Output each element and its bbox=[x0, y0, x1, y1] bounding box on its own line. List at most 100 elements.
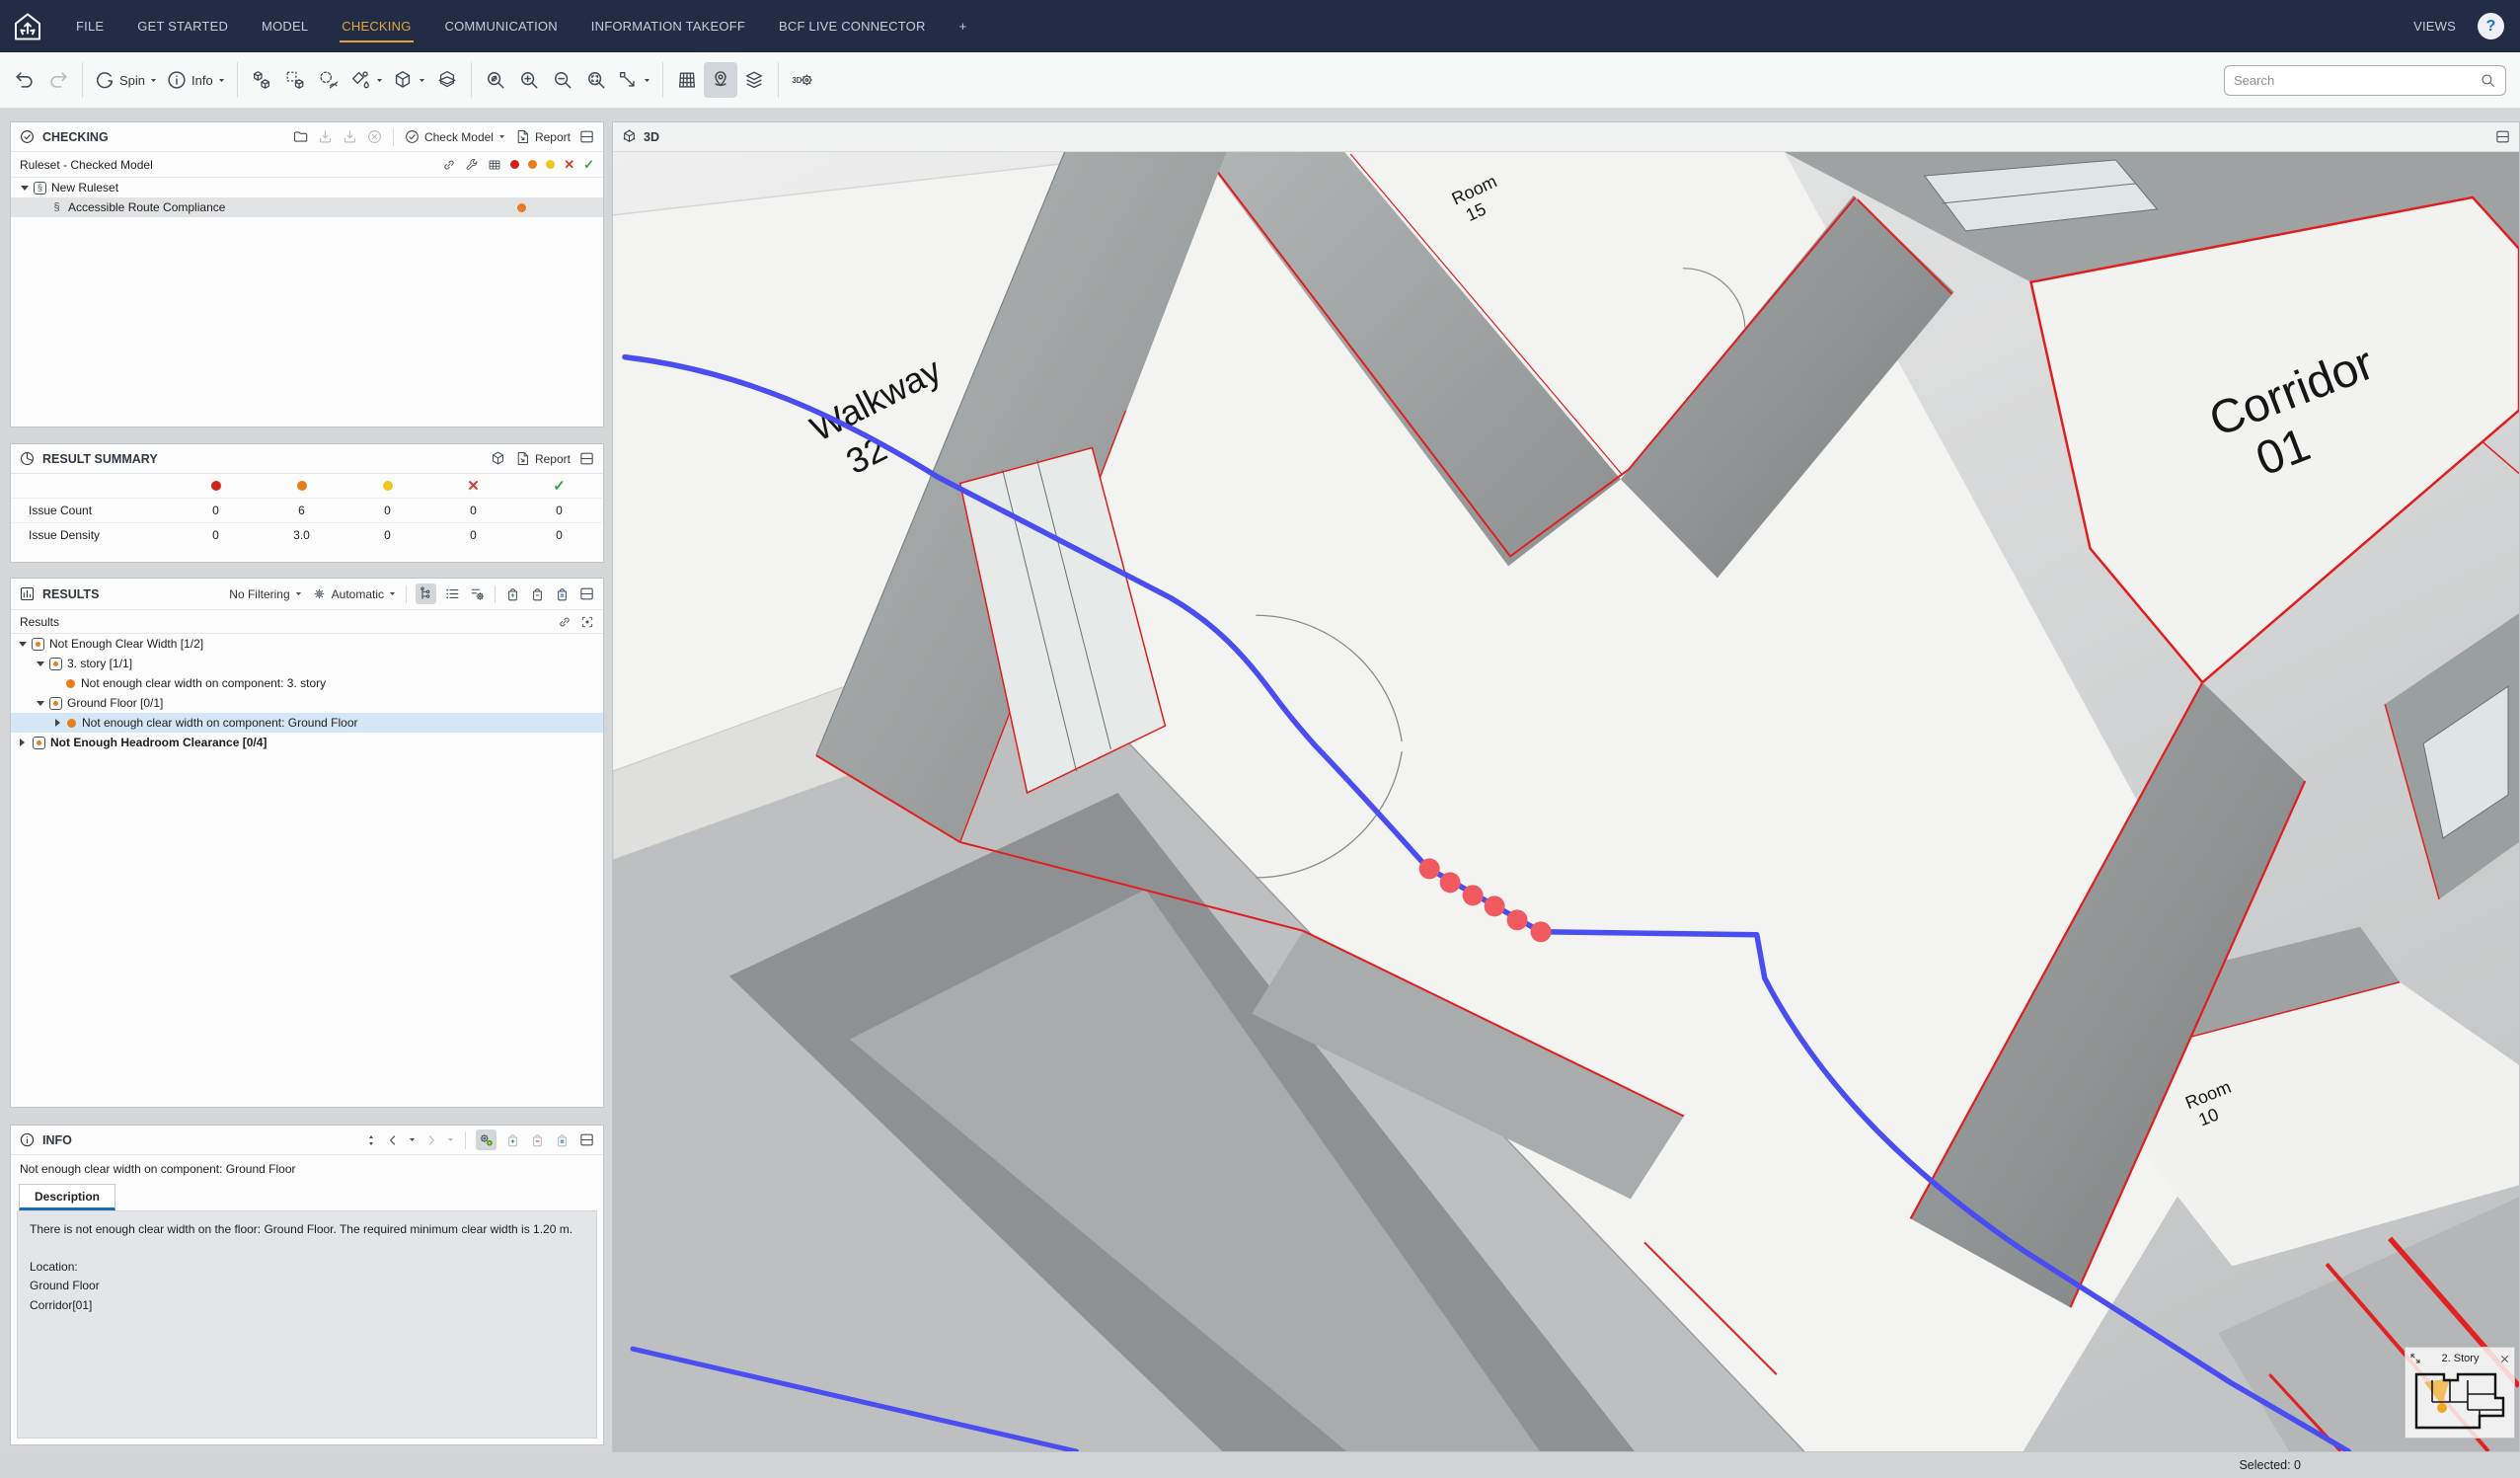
menu-checking[interactable]: CHECKING bbox=[325, 0, 427, 52]
caret-down-icon[interactable] bbox=[19, 642, 27, 651]
redo-button[interactable] bbox=[41, 62, 75, 98]
presentation-list-button[interactable] bbox=[554, 585, 571, 602]
visualization-button[interactable] bbox=[345, 62, 388, 98]
menu-model[interactable]: MODEL bbox=[245, 0, 325, 52]
result-row-issue-ground-floor-selected[interactable]: Not enough clear width on component: Gro… bbox=[11, 713, 603, 733]
chevron-right-icon bbox=[424, 1133, 438, 1147]
layers-button[interactable] bbox=[737, 62, 771, 98]
toolbar-separator bbox=[662, 62, 663, 98]
result-row-3story[interactable]: 3. story [1/1] bbox=[11, 654, 603, 673]
next-issue-button[interactable] bbox=[424, 1133, 438, 1147]
select-area-button[interactable] bbox=[278, 62, 312, 98]
undo-icon bbox=[14, 69, 36, 91]
remove-from-presentation-button[interactable] bbox=[529, 1131, 546, 1148]
import-ruleset-button[interactable] bbox=[317, 128, 334, 145]
section-plane-button[interactable] bbox=[430, 62, 464, 98]
menu-file[interactable]: FILE bbox=[59, 0, 120, 52]
previous-options-button[interactable] bbox=[408, 1135, 417, 1144]
separator bbox=[393, 128, 394, 146]
search-input[interactable] bbox=[2234, 73, 2480, 88]
3d-settings-button[interactable] bbox=[786, 62, 819, 98]
results-panel-icon bbox=[19, 585, 36, 602]
remove-from-presentation-button[interactable] bbox=[529, 585, 546, 602]
result-row-issue-3story[interactable]: Not enough clear width on component: 3. … bbox=[11, 673, 603, 693]
undo-button[interactable] bbox=[8, 62, 41, 98]
app-logo-icon[interactable] bbox=[12, 11, 43, 42]
add-to-presentation-button[interactable] bbox=[504, 585, 521, 602]
floor-plan-button[interactable] bbox=[670, 62, 704, 98]
rule-parameters-button[interactable] bbox=[465, 158, 479, 172]
add-to-presentation-button[interactable] bbox=[504, 1131, 521, 1148]
link-button[interactable] bbox=[442, 158, 456, 172]
summary-cube-button[interactable] bbox=[490, 450, 506, 467]
focus-button[interactable] bbox=[580, 615, 594, 629]
list-settings-button[interactable] bbox=[469, 585, 486, 602]
info-panel-menu-button[interactable] bbox=[578, 1131, 595, 1148]
tree-view-button[interactable] bbox=[416, 583, 436, 604]
minimap-floor-plan[interactable] bbox=[2410, 1368, 2509, 1434]
check-model-button[interactable]: Check Model bbox=[404, 128, 506, 145]
menu-add-view[interactable]: + bbox=[943, 0, 984, 52]
previous-issue-button[interactable] bbox=[386, 1133, 400, 1147]
summary-report-button[interactable]: Report bbox=[514, 450, 571, 467]
result-row-clear-width[interactable]: Not Enough Clear Width [1/2] bbox=[11, 634, 603, 654]
select-tool-button[interactable] bbox=[613, 62, 655, 98]
mode-dropdown[interactable]: Automatic bbox=[311, 585, 397, 602]
close-minimap-icon[interactable] bbox=[2499, 1354, 2510, 1364]
gears-green-icon bbox=[478, 1131, 495, 1148]
caret-down-icon[interactable] bbox=[37, 701, 44, 710]
menu-bcf-live-connector[interactable]: BCF LIVE CONNECTOR bbox=[762, 0, 943, 52]
severity-yellow-dot bbox=[546, 160, 555, 169]
help-button[interactable]: ? bbox=[2478, 13, 2504, 39]
open-ruleset-button[interactable] bbox=[292, 128, 309, 145]
zoom-selection-button[interactable] bbox=[579, 62, 613, 98]
select-similar-button[interactable] bbox=[245, 62, 278, 98]
rule-tree-row-selected[interactable]: § Accessible Route Compliance bbox=[11, 197, 603, 217]
remove-ruleset-button[interactable] bbox=[366, 128, 383, 145]
menu-views[interactable]: VIEWS bbox=[2409, 19, 2460, 34]
link-button[interactable] bbox=[558, 615, 572, 629]
sort-button[interactable] bbox=[364, 1133, 378, 1147]
rule-table-button[interactable] bbox=[488, 158, 501, 172]
summary-panel-menu-button[interactable] bbox=[578, 450, 595, 467]
severity-yellow-column bbox=[344, 474, 430, 498]
zoom-fit-icon bbox=[485, 69, 506, 91]
zoom-out-button[interactable] bbox=[546, 62, 579, 98]
3d-panel-menu-button[interactable] bbox=[2494, 128, 2511, 145]
view-cube-button[interactable] bbox=[388, 62, 430, 98]
import-all-button[interactable] bbox=[342, 128, 358, 145]
3d-viewport[interactable]: Walkway 32 bbox=[613, 152, 2519, 1451]
result-row-headroom[interactable]: Not Enough Headroom Clearance [0/4] bbox=[11, 733, 603, 752]
auto-update-button[interactable] bbox=[476, 1129, 496, 1150]
caret-right-icon[interactable] bbox=[55, 719, 64, 727]
location-line: Corridor[01] bbox=[30, 1296, 584, 1315]
zoom-in-button[interactable] bbox=[512, 62, 546, 98]
checking-panel-menu-button[interactable] bbox=[578, 128, 595, 145]
results-panel-menu-button[interactable] bbox=[578, 585, 595, 602]
caret-down-icon[interactable] bbox=[21, 186, 29, 194]
floor-plan-minimap[interactable]: 2. Story bbox=[2405, 1347, 2515, 1439]
next-options-button[interactable] bbox=[446, 1135, 455, 1144]
rejected-x-icon: ✕ bbox=[564, 158, 574, 171]
zoom-in-icon bbox=[518, 69, 540, 91]
hide-selection-button[interactable] bbox=[312, 62, 345, 98]
3d-model-scene[interactable]: Walkway 32 bbox=[613, 152, 2519, 1451]
caret-right-icon[interactable] bbox=[20, 739, 29, 746]
tab-description[interactable]: Description bbox=[19, 1184, 115, 1210]
info-tool-button[interactable]: Info bbox=[162, 62, 230, 98]
presentation-list-button[interactable] bbox=[554, 1131, 571, 1148]
walkthrough-pin-button[interactable] bbox=[704, 62, 737, 98]
expand-minimap-icon[interactable] bbox=[2409, 1353, 2421, 1364]
checking-report-button[interactable]: Report bbox=[514, 128, 571, 145]
menu-get-started[interactable]: GET STARTED bbox=[120, 0, 245, 52]
list-view-icon bbox=[444, 585, 461, 602]
list-view-button[interactable] bbox=[444, 585, 461, 602]
caret-down-icon[interactable] bbox=[37, 661, 44, 670]
zoom-fit-button[interactable] bbox=[479, 62, 512, 98]
result-row-ground-floor[interactable]: Ground Floor [0/1] bbox=[11, 693, 603, 713]
ruleset-tree-row[interactable]: § New Ruleset bbox=[11, 178, 603, 197]
menu-communication[interactable]: COMMUNICATION bbox=[428, 0, 574, 52]
menu-information-takeoff[interactable]: INFORMATION TAKEOFF bbox=[574, 0, 762, 52]
spin-tool-button[interactable]: Spin bbox=[90, 62, 162, 98]
filtering-dropdown[interactable]: No Filtering bbox=[229, 587, 302, 601]
